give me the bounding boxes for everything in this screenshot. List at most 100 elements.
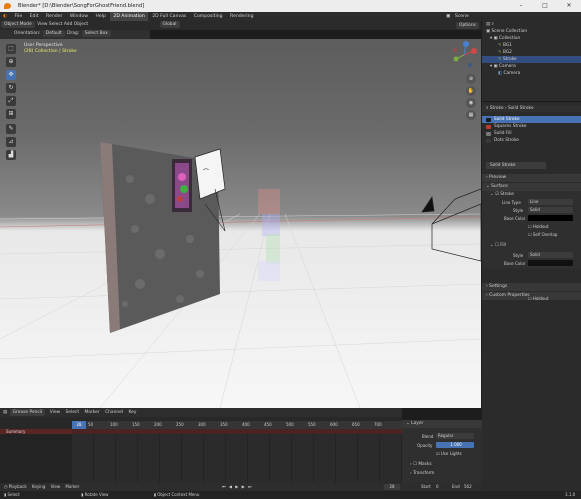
3d-viewport[interactable]: ⌒ User Perspective (28) Collection | Str…: [0, 39, 481, 408]
annotate-tool-icon[interactable]: ✎: [6, 124, 16, 134]
masks-panel[interactable]: › ☐ Masks: [410, 462, 432, 467]
view-menu[interactable]: View: [51, 484, 61, 489]
dope-sheet-mode-dropdown[interactable]: Grease Pencil: [9, 409, 46, 416]
navigation-gizmo[interactable]: [450, 41, 478, 69]
timeline-menu-view[interactable]: View: [50, 410, 60, 415]
keying-menu[interactable]: Keying: [32, 484, 45, 489]
use-lights-checkbox[interactable]: ☑ Use Lights: [436, 451, 462, 456]
style-dropdown[interactable]: Solid: [528, 207, 573, 213]
current-frame-field[interactable]: 28: [384, 484, 400, 490]
material-slot[interactable]: Solid Stroke: [482, 116, 581, 123]
workspace-tab-2d-full-canvas[interactable]: 2D Full Canvas: [149, 12, 189, 21]
orientation-dropdown[interactable]: Default: [42, 30, 65, 37]
material-selector[interactable]: Solid Stroke: [482, 162, 581, 169]
viewport-menu-add[interactable]: Add: [64, 22, 73, 27]
start-label: Start: [421, 484, 431, 489]
scene-selector[interactable]: ▣ Scene: [443, 12, 475, 21]
workspace-tab-rendering[interactable]: Rendering: [227, 12, 256, 21]
material-slot[interactable]: Dots Stroke: [482, 137, 581, 144]
svg-text:⌒: ⌒: [203, 169, 209, 176]
minimize-button[interactable]: –: [509, 0, 533, 12]
menu-file[interactable]: File: [11, 12, 25, 21]
timeline-menu-channel[interactable]: Channel: [105, 410, 123, 415]
fill-base-color-swatch[interactable]: [528, 260, 573, 266]
workspace-tab-compositing[interactable]: Compositing: [191, 12, 226, 21]
layer-panel-header[interactable]: ⌄ Layer: [402, 420, 482, 428]
add-cube-tool-icon[interactable]: ▟: [6, 150, 16, 160]
drag-dropdown[interactable]: Select Box: [81, 30, 111, 37]
menu-edit[interactable]: Edit: [27, 12, 42, 21]
opacity-slider[interactable]: 1.000: [436, 442, 474, 448]
keyframe-area[interactable]: [72, 434, 402, 490]
fill-style-dropdown[interactable]: Solid: [528, 252, 573, 258]
surface-panel[interactable]: ⌄ Surface: [482, 183, 581, 191]
camera-view-icon[interactable]: ◉: [466, 98, 476, 108]
timeline-menu-marker[interactable]: Marker: [84, 410, 99, 415]
marker-menu[interactable]: Marker: [65, 484, 79, 489]
pan-view-icon[interactable]: ✋: [466, 86, 476, 96]
viewport-menu-view[interactable]: View: [37, 22, 47, 27]
base-color-swatch[interactable]: [528, 215, 573, 221]
material-slot[interactable]: Solid Fill: [482, 130, 581, 137]
mode-dropdown[interactable]: Object Mode: [1, 21, 35, 28]
line-type-dropdown[interactable]: Line: [528, 199, 573, 205]
transform-orientation-dropdown[interactable]: Global: [159, 21, 180, 28]
scale-tool-icon[interactable]: ⤢: [6, 96, 16, 106]
holdout-checkbox[interactable]: ☐ Holdout: [528, 224, 549, 229]
viewport-menu-select[interactable]: Select: [49, 22, 63, 27]
outliner-item-bg1[interactable]: ✎ BG1: [482, 42, 581, 49]
fill-toggle[interactable]: ⌄ ☐ Fill: [490, 243, 506, 248]
stroke-toggle[interactable]: ⌄ ☑ Stroke: [482, 191, 581, 198]
current-frame-indicator[interactable]: 28: [72, 421, 86, 429]
outliner-item-camera-parent[interactable]: ▾ ▣ Camera: [482, 63, 581, 70]
select-tool-icon[interactable]: ⬚: [6, 44, 16, 54]
outliner-item-stroke[interactable]: ✎ Stroke: [482, 56, 581, 63]
timeline-editor-icon[interactable]: ◷: [4, 484, 8, 489]
style-label: Style: [513, 208, 524, 213]
playback-menu[interactable]: Playback: [9, 484, 27, 489]
timeline-menu-key[interactable]: Key: [129, 410, 137, 415]
settings-panel[interactable]: › Settings: [482, 283, 581, 291]
status-select: Select: [7, 492, 20, 497]
frame-ruler[interactable]: 28 50 100 150 200 250 300 350 400 450 50…: [72, 421, 402, 429]
self-overlap-checkbox[interactable]: ☐ Self Overlap: [528, 232, 557, 237]
playback-bar: ◷ Playback Keying View Marker ⏮ ◀ ▶ ▶ ⏭ …: [0, 483, 482, 491]
editor-type-icon[interactable]: ▤: [3, 410, 7, 415]
end-frame-field[interactable]: 562: [464, 483, 472, 491]
cursor-tool-icon[interactable]: ⊕: [6, 57, 16, 67]
menu-window[interactable]: Window: [67, 12, 91, 21]
workspace-tab-2d-animation[interactable]: 2D Animation: [110, 12, 148, 21]
outliner-item-camera[interactable]: ◧ Camera: [482, 70, 581, 77]
start-frame-field[interactable]: 0: [436, 483, 439, 491]
rotate-tool-icon[interactable]: ↻: [6, 83, 16, 93]
close-button[interactable]: ✕: [557, 0, 581, 12]
timeline-menu-select[interactable]: Select: [66, 410, 80, 415]
transform-tool-icon[interactable]: ⊞: [6, 109, 16, 119]
blend-dropdown[interactable]: Regular: [436, 433, 474, 439]
mouse-middle-icon: ▮: [81, 492, 84, 497]
sign-board: [194, 148, 226, 200]
properties-tab-strip: [482, 12, 492, 499]
mouse-left-icon: ▮: [4, 492, 7, 497]
transform-panel[interactable]: › Transform: [410, 471, 434, 476]
options-dropdown[interactable]: Options: [456, 22, 479, 29]
playback-controls[interactable]: ⏮ ◀ ▶ ▶ ⏭: [222, 483, 253, 491]
preview-panel[interactable]: › Preview: [482, 174, 581, 182]
maximize-button[interactable]: □: [533, 0, 557, 12]
blender-menu-icon[interactable]: ◐: [0, 12, 10, 21]
menu-help[interactable]: Help: [92, 12, 108, 21]
outliner-item-bg2[interactable]: ✎ BG2: [482, 49, 581, 56]
frame-tick: 250: [176, 422, 184, 427]
move-tool-icon[interactable]: ✥: [6, 70, 16, 80]
outliner-root[interactable]: ▣ Scene Collection: [482, 28, 581, 35]
measure-tool-icon[interactable]: ⊿: [6, 137, 16, 147]
grid-view-icon[interactable]: ▦: [466, 110, 476, 120]
zoom-view-icon[interactable]: ⊕: [466, 74, 476, 84]
fill-holdout-checkbox[interactable]: ☐ Holdout: [528, 296, 549, 301]
layer-panel: ⌄ Layer Blend Regular Opacity 1.000 ☑ Us…: [402, 420, 482, 491]
outliner-item-collection[interactable]: ▾ ▣ Collection: [482, 35, 581, 42]
material-slot[interactable]: Squares Stroke: [482, 123, 581, 130]
viewport-menu-object[interactable]: Object: [74, 22, 88, 27]
menu-render[interactable]: Render: [43, 12, 65, 21]
frame-tick: 400: [242, 422, 250, 427]
